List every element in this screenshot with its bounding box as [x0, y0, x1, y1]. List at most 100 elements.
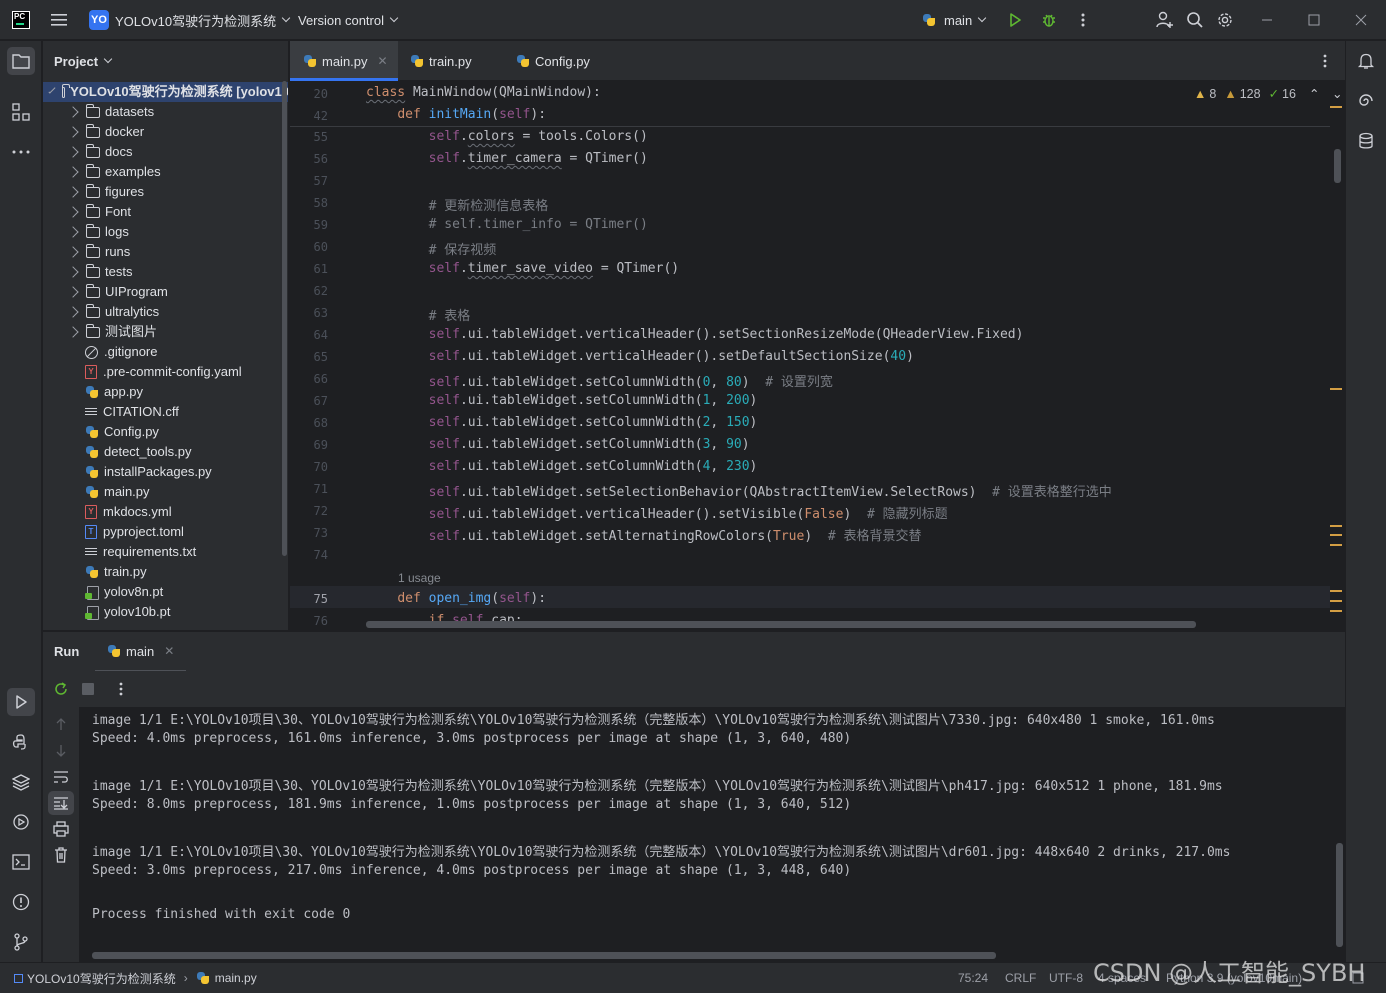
- close-tab-icon[interactable]: ✕: [164, 644, 174, 658]
- tree-file[interactable]: Config.py: [85, 422, 159, 442]
- tab-options-button[interactable]: [1315, 51, 1335, 71]
- scroll-up-button[interactable]: [51, 714, 71, 734]
- stop-button[interactable]: [78, 679, 98, 699]
- scroll-to-end-button[interactable]: [48, 791, 74, 815]
- code-line[interactable]: # 保存视频: [366, 239, 497, 258]
- code-line[interactable]: # 表格: [366, 305, 471, 324]
- more-actions-button[interactable]: [1073, 10, 1093, 30]
- tree-file[interactable]: app.py: [85, 382, 143, 402]
- tree-folder[interactable]: docker: [67, 122, 144, 142]
- version-control-menu[interactable]: Version control: [298, 0, 399, 40]
- structure-tool-button[interactable]: [7, 98, 35, 126]
- tree-folder[interactable]: 测试图片: [67, 322, 157, 342]
- debug-button[interactable]: [1039, 10, 1059, 30]
- settings-button[interactable]: [1215, 10, 1235, 30]
- code-line[interactable]: self.colors = tools.Colors(): [366, 129, 648, 144]
- run-more-button[interactable]: [111, 679, 131, 699]
- sticky-code-line[interactable]: class MainWindow(QMainWindow):: [366, 85, 601, 100]
- tree-file[interactable]: train.py: [85, 562, 147, 582]
- warning-stripe[interactable]: [1330, 610, 1342, 612]
- code-line[interactable]: self.ui.tableWidget.setColumnWidth(0, 80…: [366, 371, 833, 390]
- tree-file[interactable]: yolov8n.pt: [85, 582, 163, 602]
- code-line[interactable]: self.ui.tableWidget.setColumnWidth(2, 15…: [366, 415, 758, 430]
- python-packages-button[interactable]: [7, 728, 35, 756]
- console-horizontal-scrollbar[interactable]: [92, 952, 996, 959]
- code-line[interactable]: # self.timer_info = QTimer(): [366, 217, 648, 232]
- tree-folder[interactable]: ultralytics: [67, 302, 159, 322]
- caret-position[interactable]: 75:24: [958, 963, 988, 993]
- warning-stripe[interactable]: [1330, 600, 1342, 602]
- run-tool-button[interactable]: [7, 688, 35, 716]
- run-config-selector[interactable]: main: [922, 0, 987, 40]
- breadcrumb-project[interactable]: YOLOv10驾驶行为检测系统: [27, 970, 176, 987]
- minimize-button[interactable]: [1257, 10, 1277, 30]
- services-tool-button[interactable]: [7, 808, 35, 836]
- project-scrollbar[interactable]: [282, 81, 287, 556]
- close-window-button[interactable]: [1351, 10, 1371, 30]
- tree-file[interactable]: Ymkdocs.yml: [85, 502, 172, 522]
- problems-tool-button[interactable]: [7, 888, 35, 916]
- usage-hint[interactable]: 1 usage: [398, 571, 441, 585]
- sticky-code-line[interactable]: def initMain(self):: [366, 107, 546, 122]
- code-line[interactable]: # 更新检测信息表格: [366, 195, 549, 214]
- search-button[interactable]: [1185, 10, 1205, 30]
- ai-assistant-button[interactable]: [1352, 87, 1380, 115]
- tree-folder[interactable]: datasets: [67, 102, 154, 122]
- tree-file[interactable]: requirements.txt: [85, 542, 196, 562]
- tree-file[interactable]: yolov10b.pt: [85, 602, 171, 622]
- code-line[interactable]: self.ui.tableWidget.setSelectionBehavior…: [366, 481, 1112, 500]
- tree-folder[interactable]: figures: [67, 182, 144, 202]
- print-button[interactable]: [51, 819, 71, 839]
- run-button[interactable]: [1005, 10, 1025, 30]
- tree-folder[interactable]: runs: [67, 242, 130, 262]
- tab-main-py[interactable]: main.py ✕: [290, 41, 398, 81]
- code-line[interactable]: self.timer_save_video = QTimer(): [366, 261, 679, 276]
- code-line[interactable]: self.ui.tableWidget.verticalHeader().set…: [366, 327, 1024, 342]
- editor-vertical-scrollbar[interactable]: [1334, 149, 1341, 183]
- editor-horizontal-scrollbar[interactable]: [366, 621, 1196, 628]
- rerun-button[interactable]: [51, 679, 71, 699]
- tree-folder[interactable]: UIProgram: [67, 282, 168, 302]
- clear-console-button[interactable]: [51, 845, 71, 865]
- chevron-up-icon[interactable]: ⌃: [1309, 86, 1319, 101]
- tree-file[interactable]: detect_tools.py: [85, 442, 191, 462]
- tab-config-py[interactable]: Config.py: [516, 41, 590, 81]
- scroll-down-button[interactable]: [51, 741, 71, 761]
- notifications-button[interactable]: [1352, 47, 1380, 75]
- main-menu-button[interactable]: [51, 0, 69, 40]
- warning-stripe[interactable]: [1330, 106, 1342, 108]
- chevron-down-icon[interactable]: ⌃: [1332, 86, 1342, 101]
- code-line[interactable]: self.timer_camera = QTimer(): [366, 151, 648, 166]
- code-editor[interactable]: 55 self.colors = tools.Colors() 56 self.t…: [290, 82, 1345, 630]
- project-panel-header[interactable]: Project: [43, 41, 288, 81]
- more-tools-button[interactable]: [7, 138, 35, 166]
- tree-file[interactable]: Y .pre-commit-config.yaml: [85, 362, 242, 382]
- code-line[interactable]: self.ui.tableWidget.setAlternatingRowCol…: [366, 525, 922, 544]
- run-tab-main[interactable]: main ✕: [95, 632, 187, 672]
- tree-folder[interactable]: docs: [67, 142, 132, 162]
- line-ending-selector[interactable]: CRLF: [1005, 963, 1036, 993]
- code-line[interactable]: def open_img(self):: [366, 591, 546, 606]
- tree-folder[interactable]: logs: [67, 222, 129, 242]
- project-switcher[interactable]: YO YOLOv10驾驶行为检测系统: [89, 0, 291, 40]
- soft-wrap-button[interactable]: [51, 767, 71, 787]
- code-line[interactable]: self.ui.tableWidget.setColumnWidth(4, 23…: [366, 459, 758, 474]
- tree-file[interactable]: .gitignore: [85, 342, 157, 362]
- encoding-selector[interactable]: UTF-8: [1049, 963, 1083, 993]
- code-line[interactable]: self.ui.tableWidget.verticalHeader().set…: [366, 349, 914, 364]
- warning-stripe[interactable]: [1330, 590, 1342, 592]
- code-line[interactable]: self.ui.tableWidget.setColumnWidth(1, 20…: [366, 393, 758, 408]
- code-line[interactable]: self.ui.tableWidget.setColumnWidth(3, 90…: [366, 437, 750, 452]
- warning-stripe[interactable]: [1330, 534, 1342, 536]
- add-user-button[interactable]: [1155, 10, 1175, 30]
- tree-file[interactable]: CITATION.cff: [85, 402, 179, 422]
- tree-file[interactable]: main.py: [85, 482, 150, 502]
- git-tool-button[interactable]: [7, 928, 35, 956]
- tree-file[interactable]: installPackages.py: [85, 462, 212, 482]
- project-tool-button[interactable]: [7, 47, 35, 75]
- layers-tool-button[interactable]: [7, 768, 35, 796]
- tree-file[interactable]: Tpyproject.toml: [85, 522, 184, 542]
- terminal-tool-button[interactable]: [7, 848, 35, 876]
- warning-stripe[interactable]: [1330, 544, 1342, 546]
- warning-stripe[interactable]: [1330, 388, 1342, 390]
